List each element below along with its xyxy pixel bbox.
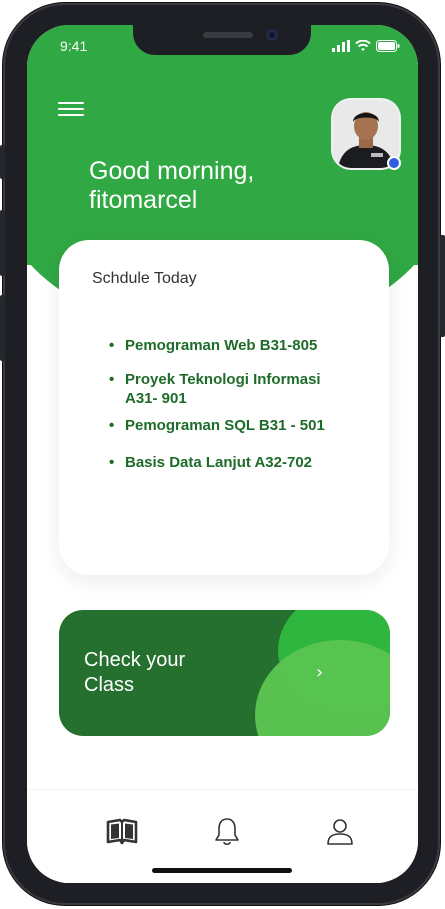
schedule-item[interactable]: Proyek Teknologi Informasi A31- 901 bbox=[107, 370, 325, 408]
greeting-username: fitomarcel bbox=[89, 186, 198, 214]
book-icon bbox=[106, 818, 138, 845]
battery-icon bbox=[376, 40, 400, 52]
schedule-item[interactable]: Pemograman Web B31-805 bbox=[107, 336, 325, 355]
schedule-item-text: Proyek Teknologi Informasi bbox=[125, 371, 321, 388]
status-icons bbox=[332, 40, 400, 52]
schedule-list: Pemograman Web B31-805 Proyek Teknologi … bbox=[107, 336, 325, 472]
greeting: Good morning, fitomarcel bbox=[89, 157, 254, 215]
nav-item-schedule[interactable] bbox=[105, 816, 139, 848]
bell-icon bbox=[215, 818, 239, 846]
schedule-item[interactable]: Basis Data Lanjut A32-702 bbox=[107, 453, 325, 472]
status-time: 9:41 bbox=[60, 38, 88, 54]
schedule-item-text: Pemograman Web B31-805 bbox=[125, 337, 318, 354]
schedule-item[interactable]: Pemograman SQL B31 - 501 bbox=[107, 416, 325, 435]
app-screen: 9:41 Good morning, fitomarcel Schdule To… bbox=[27, 25, 418, 883]
check-class-line-1: Check your bbox=[84, 649, 186, 671]
front-camera bbox=[266, 29, 278, 41]
check-class-card[interactable]: Check your Class › bbox=[59, 610, 390, 736]
schedule-item-text: Basis Data Lanjut A32-702 bbox=[125, 454, 313, 471]
silent-switch bbox=[0, 145, 5, 179]
speaker bbox=[203, 32, 253, 38]
chevron-right-icon[interactable]: › bbox=[316, 662, 323, 683]
schedule-title: Schdule Today bbox=[92, 270, 197, 287]
check-class-text: Check your Class bbox=[84, 648, 185, 698]
online-status-dot bbox=[387, 156, 401, 170]
hamburger-menu-icon[interactable] bbox=[58, 98, 84, 118]
schedule-item-text: Pemograman SQL B31 - 501 bbox=[125, 417, 325, 434]
nav-item-profile[interactable] bbox=[323, 816, 357, 848]
wifi-icon bbox=[355, 40, 371, 51]
volume-up-button bbox=[0, 210, 5, 276]
power-button bbox=[440, 235, 445, 337]
nav-item-notifications[interactable] bbox=[210, 816, 244, 848]
notch bbox=[133, 25, 311, 55]
schedule-item-text-2: A31- 901 bbox=[125, 390, 187, 407]
schedule-card: Schdule Today Pemograman Web B31-805 Pro… bbox=[59, 240, 389, 575]
signal-icon bbox=[332, 40, 350, 52]
home-indicator bbox=[152, 868, 292, 873]
user-icon bbox=[327, 819, 353, 845]
decor-circle-2 bbox=[255, 640, 390, 736]
greeting-line-1: Good morning, bbox=[89, 157, 255, 185]
volume-down-button bbox=[0, 295, 5, 361]
check-class-line-2: Class bbox=[84, 674, 135, 696]
